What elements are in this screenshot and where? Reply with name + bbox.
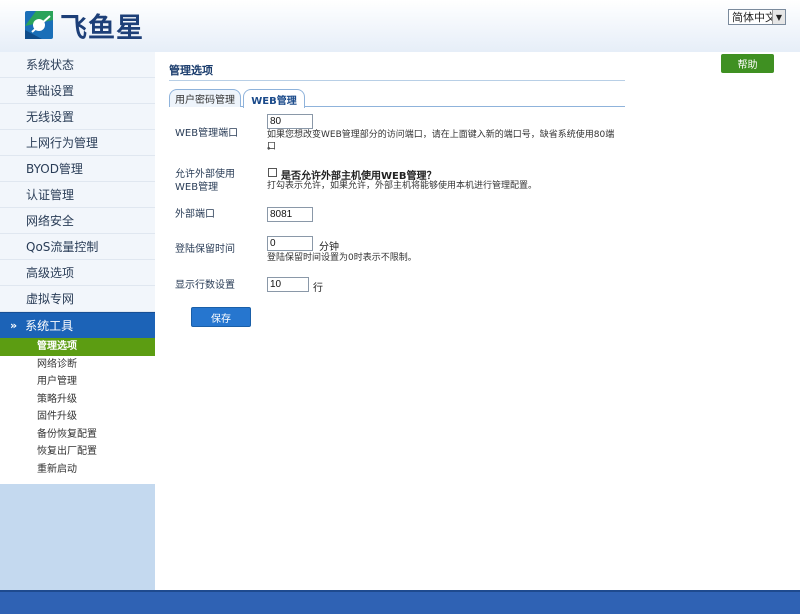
double-chevron-down-icon: »	[10, 319, 18, 332]
chevron-down-icon[interactable]: ▼	[772, 10, 785, 24]
sidebar-item-vpn[interactable]: 虚拟专网	[0, 286, 155, 312]
sidebar-item-qos[interactable]: QoS流量控制	[0, 234, 155, 260]
sidebar-item-network-security[interactable]: 网络安全	[0, 208, 155, 234]
title-divider	[169, 80, 625, 81]
web-port-label: WEB管理端口	[175, 128, 239, 139]
sidebar-subitem-firmware-upgrade[interactable]: 固件升级	[0, 408, 155, 426]
sidebar-group-label: 系统工具	[25, 319, 74, 333]
rows-unit: 行	[313, 283, 323, 294]
web-port-hint: 如果您想改变WEB管理部分的访问端口，请在上面键入新的端口号，缺省系统使用80端…	[267, 130, 615, 152]
help-button[interactable]: 帮助	[721, 54, 774, 73]
sidebar-subitem-reboot[interactable]: 重新启动	[0, 461, 155, 479]
external-port-label: 外部端口	[175, 209, 215, 220]
web-port-input[interactable]	[267, 114, 313, 129]
rows-label: 显示行数设置	[175, 280, 235, 291]
web-port-hint-tail: 。	[267, 142, 277, 152]
footer-bar	[0, 590, 800, 614]
sidebar-item-advanced[interactable]: 高级选项	[0, 260, 155, 286]
main-content: 帮助 管理选项 用户密码管理 WEB管理 WEB管理端口 如果您想改变WEB管理…	[155, 52, 800, 590]
allow-external-label-line2: WEB管理	[175, 182, 219, 193]
allow-external-label: 允许外部使用 WEB管理	[175, 168, 235, 194]
sidebar-subitem-network-diagnosis[interactable]: 网络诊断	[0, 356, 155, 374]
sidebar-item-behavior-management[interactable]: 上网行为管理	[0, 130, 155, 156]
sidebar-subitem-policy-upgrade[interactable]: 策略升级	[0, 391, 155, 409]
logo-icon	[22, 8, 56, 42]
sidebar: 系统状态 基础设置 无线设置 上网行为管理 BYOD管理 认证管理 网络安全 Q…	[0, 52, 155, 590]
sidebar-group-system-tools[interactable]: » 系统工具	[0, 312, 155, 338]
sidebar-subitem-management-options[interactable]: 管理选项	[0, 338, 155, 356]
sidebar-item-authentication[interactable]: 认证管理	[0, 182, 155, 208]
sidebar-subitem-user-management[interactable]: 用户管理	[0, 373, 155, 391]
sidebar-menu: 系统状态 基础设置 无线设置 上网行为管理 BYOD管理 认证管理 网络安全 Q…	[0, 52, 155, 312]
session-time-label: 登陆保留时间	[175, 244, 235, 255]
external-port-input[interactable]	[267, 207, 313, 222]
sidebar-item-basic-settings[interactable]: 基础设置	[0, 78, 155, 104]
save-button[interactable]: 保存	[191, 307, 251, 327]
language-select-value: 简体中文	[732, 11, 776, 24]
sidebar-item-byod[interactable]: BYOD管理	[0, 156, 155, 182]
session-time-unit: 分钟	[319, 242, 339, 253]
header: 飞鱼星 简体中文 ▼	[0, 0, 800, 52]
allow-external-checkbox[interactable]	[268, 168, 277, 177]
allow-external-label-line1: 允许外部使用	[175, 169, 235, 180]
sidebar-item-system-status[interactable]: 系统状态	[0, 52, 155, 78]
tab-bar: 用户密码管理 WEB管理	[169, 89, 625, 108]
allow-external-hint: 打勾表示允许，如果允许，外部主机将能够使用本机进行管理配置。	[267, 181, 538, 191]
language-select[interactable]: 简体中文 ▼	[728, 9, 786, 25]
sidebar-subitem-backup-restore[interactable]: 备份恢复配置	[0, 426, 155, 444]
sidebar-subitem-factory-reset[interactable]: 恢复出厂配置	[0, 443, 155, 461]
sidebar-submenu: 管理选项 网络诊断 用户管理 策略升级 固件升级 备份恢复配置 恢复出厂配置 重…	[0, 338, 155, 484]
sidebar-item-wireless[interactable]: 无线设置	[0, 104, 155, 130]
page-title: 管理选项	[169, 64, 213, 77]
tab-web-management[interactable]: WEB管理	[243, 89, 305, 108]
tab-user-password[interactable]: 用户密码管理	[169, 89, 241, 107]
session-time-hint: 登陆保留时间设置为0时表示不限制。	[267, 253, 417, 263]
footer-divider	[0, 590, 800, 592]
session-time-input[interactable]	[267, 236, 313, 251]
logo: 飞鱼星	[22, 6, 144, 44]
rows-input[interactable]	[267, 277, 309, 292]
logo-text: 飞鱼星	[60, 12, 144, 44]
